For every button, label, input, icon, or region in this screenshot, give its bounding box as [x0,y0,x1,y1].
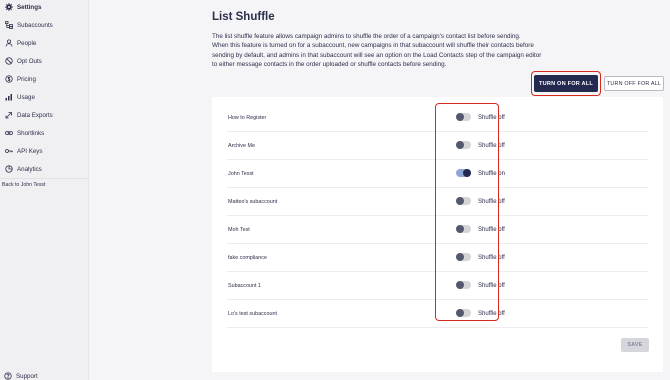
toggle-knob [456,309,464,317]
sidebar-nav: Settings Subaccounts People Opt Outs Pri… [0,0,88,178]
shuffle-status: Shuffle off [478,226,505,233]
shuffle-status: Shuffle on [478,170,505,177]
toggle-knob [463,169,471,177]
sidebar-item-label: API Keys [17,147,43,155]
help-icon [4,372,12,380]
shuffle-status: Shuffle off [478,282,505,289]
toggle-knob [456,197,464,205]
block-icon [5,57,13,65]
shuffle-toggle[interactable] [456,141,471,149]
pie-chart-icon [5,165,13,173]
list-item: Archive Me Shuffle off [227,132,648,160]
gear-icon [5,3,13,11]
subaccount-list-card: How to Register Shuffle off Archive Me S… [212,97,663,372]
sidebar: Settings Subaccounts People Opt Outs Pri… [0,0,89,380]
subaccounts-icon [5,21,13,29]
description-line: to either message contacts in the order … [212,61,447,69]
dollar-icon [5,75,13,83]
turn-off-for-all-button[interactable]: TURN OFF FOR ALL [604,76,664,91]
sidebar-item-label: Subaccounts [17,21,53,29]
sidebar-item-analytics[interactable]: Analytics [0,160,88,178]
subaccount-name: John Tesst [228,171,254,177]
list-item: fake compliance Shuffle off [227,244,648,272]
shuffle-status: Shuffle off [478,254,505,261]
list-item: Lo's test subaccount Shuffle off [227,300,648,328]
shuffle-toggle[interactable] [456,197,471,205]
support-link[interactable]: Support [4,372,38,380]
shuffle-toggle[interactable] [456,253,471,261]
sidebar-item-usage[interactable]: Usage [0,88,88,106]
export-icon [5,111,13,119]
subaccount-name: Lo's test subaccount [228,311,277,317]
page-title: List Shuffle [212,11,275,23]
subaccount-name: Subaccount 1 [228,283,261,289]
sidebar-item-label: People [17,39,37,47]
back-link[interactable]: Back to John Tesst [2,182,45,188]
subaccount-name: fake compliance [228,255,267,261]
list-item: How to Register Shuffle off [227,104,648,132]
description-line: When this feature is turned on for a sub… [212,42,534,50]
page-description: The list shuffle feature allows campaign… [212,32,602,70]
sidebar-item-label: Settings [17,3,42,11]
sidebar-item-settings[interactable]: Settings [0,0,88,16]
sidebar-item-shortlinks[interactable]: Shortlinks [0,124,88,142]
subaccount-name: Moh Test [228,227,250,233]
shuffle-status: Shuffle off [478,198,505,205]
list-item: Subaccount 1 Shuffle off [227,272,648,300]
sidebar-item-data-exports[interactable]: Data Exports [0,106,88,124]
toggle-knob [456,281,464,289]
toggle-knob [456,225,464,233]
toggle-knob [456,113,464,121]
shuffle-toggle[interactable] [456,113,471,121]
shuffle-toggle[interactable] [456,169,471,177]
save-button[interactable]: SAVE [621,338,649,352]
sidebar-divider [0,178,89,179]
description-line: The list shuffle feature allows campaign… [212,33,521,40]
sidebar-item-label: Shortlinks [17,129,45,137]
description-line: sending by default, and admins in that s… [212,51,542,59]
sidebar-item-label: Pricing [17,75,36,83]
list-item: Matteo's subaccount Shuffle off [227,188,648,216]
shuffle-toggle[interactable] [456,281,471,289]
shuffle-toggle[interactable] [456,225,471,233]
subaccount-name: Matteo's subaccount [228,199,278,205]
sidebar-item-label: Analytics [17,165,42,173]
sidebar-item-api-keys[interactable]: API Keys [0,142,88,160]
person-icon [5,39,13,47]
shuffle-toggle[interactable] [456,309,471,317]
sidebar-item-subaccounts[interactable]: Subaccounts [0,16,88,34]
sidebar-item-label: Usage [17,93,35,101]
list-item: John Tesst Shuffle on [227,160,648,188]
link-icon [5,129,13,137]
sidebar-item-opt-outs[interactable]: Opt Outs [0,52,88,70]
subaccount-name: How to Register [228,115,267,121]
support-label: Support [16,372,38,380]
turn-on-for-all-button[interactable]: TURN ON FOR ALL [534,75,598,92]
sidebar-item-people[interactable]: People [0,34,88,52]
bar-chart-icon [5,93,13,101]
subaccount-name: Archive Me [228,143,255,149]
toggle-knob [456,141,464,149]
main-content: List Shuffle The list shuffle feature al… [89,0,670,380]
shuffle-status: Shuffle off [478,142,505,149]
shuffle-status: Shuffle off [478,310,505,317]
list-item: Moh Test Shuffle off [227,216,648,244]
toggle-knob [456,253,464,261]
key-icon [5,147,13,155]
sidebar-item-label: Data Exports [17,111,53,119]
sidebar-item-pricing[interactable]: Pricing [0,70,88,88]
sidebar-item-label: Opt Outs [17,57,42,65]
shuffle-status: Shuffle off [478,114,505,121]
